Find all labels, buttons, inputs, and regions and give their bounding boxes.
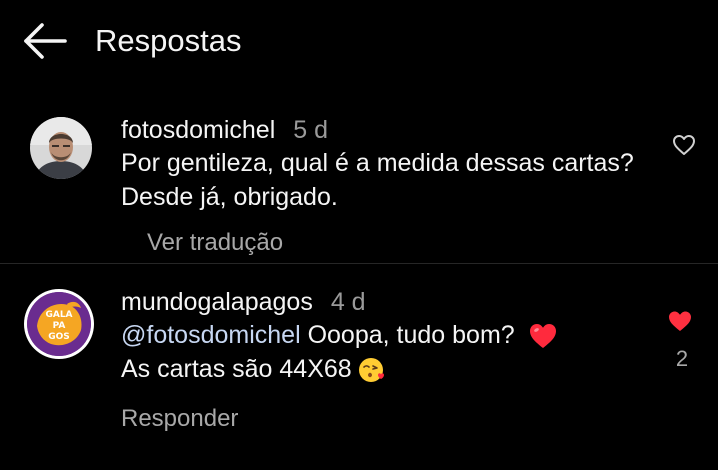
- page-title: Respostas: [95, 23, 242, 58]
- comment-timestamp: 4 d: [330, 288, 366, 316]
- heart-outline-icon: [673, 135, 695, 155]
- comment-timestamp: 5 d: [293, 116, 329, 144]
- comment-text-line2: As cartas são 44X68: [121, 355, 352, 383]
- comment-text-line1: Ooopa, tudo bom?: [300, 321, 522, 349]
- heart-filled-icon: [669, 311, 691, 331]
- kissing-face-emoji-icon: [358, 358, 384, 383]
- comment-header: mundogalapagos 4 d: [121, 287, 366, 317]
- galapagos-logo: GALA PA GOS: [27, 292, 91, 356]
- avatar[interactable]: GALA PA GOS: [24, 289, 94, 359]
- logo-text-line2: PA: [53, 321, 66, 331]
- reply-button[interactable]: Responder: [121, 405, 238, 433]
- comment-header: fotosdomichel 5 d: [121, 115, 328, 145]
- comment-item: GALA PA GOS mundogalapagos 4 d @fotosdomi…: [0, 282, 718, 442]
- comment-text: Por gentileza, qual é a medida dessas ca…: [121, 149, 634, 211]
- see-translation-link[interactable]: Ver tradução: [147, 229, 283, 257]
- back-button[interactable]: [22, 22, 68, 60]
- mention-link[interactable]: @fotosdomichel: [121, 321, 301, 349]
- logo-text-line1: GALA: [45, 310, 72, 320]
- arrow-left-icon: [24, 23, 67, 59]
- red-heart-emoji-icon: [529, 324, 556, 349]
- like-count: 2: [675, 346, 689, 371]
- user-photo: [30, 117, 92, 179]
- logo-text-line3: GOS: [48, 332, 70, 342]
- header-bar: Respostas: [0, 0, 718, 84]
- comment-username[interactable]: mundogalapagos: [121, 288, 313, 316]
- divider: [0, 263, 718, 264]
- comment-text: @fotosdomichel Ooopa, tudo bom? As carta…: [121, 318, 641, 386]
- avatar[interactable]: [30, 117, 92, 179]
- comment-item: fotosdomichel 5 d Por gentileza, qual é a…: [0, 110, 718, 262]
- brand-logo: GALA PA GOS: [27, 292, 91, 356]
- comment-username[interactable]: fotosdomichel: [121, 116, 275, 144]
- like-button[interactable]: [667, 310, 693, 337]
- like-button[interactable]: [672, 134, 696, 161]
